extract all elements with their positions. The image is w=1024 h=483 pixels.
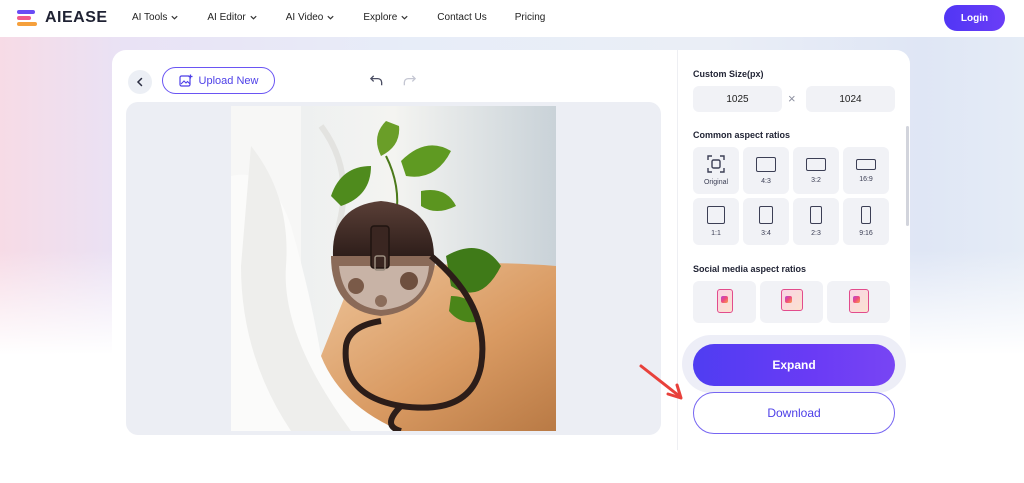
ratio-label: 4:3: [761, 177, 771, 185]
ratio-2-3-icon: [810, 206, 822, 224]
instagram-icon: [848, 289, 869, 313]
original-ratio-icon: [707, 155, 725, 173]
nav-label: Explore: [363, 12, 398, 23]
logo[interactable]: AIEASE: [17, 9, 108, 27]
nav-ai-video[interactable]: AI Video: [286, 12, 336, 23]
ratio-2-3[interactable]: 2:3: [793, 198, 839, 245]
chevron-down-icon: [327, 15, 334, 20]
chevron-down-icon: [401, 15, 408, 20]
height-input[interactable]: 1024: [806, 86, 895, 112]
undo-icon[interactable]: [369, 73, 384, 88]
ratio-4-3-icon: [756, 156, 776, 172]
ratio-3-4-icon: [759, 206, 773, 224]
main-nav: AI Tools AI Editor AI Video Explore Cont…: [132, 12, 573, 23]
ratio-3-4[interactable]: 3:4: [743, 198, 789, 245]
nav-label: Contact Us: [437, 12, 487, 23]
ratio-4-3[interactable]: 4:3: [743, 147, 789, 194]
nav-label: AI Tools: [132, 12, 168, 23]
ratio-1-1-icon: [707, 206, 725, 224]
ratio-9-16-icon: [861, 206, 871, 224]
redo-icon[interactable]: [402, 73, 417, 88]
common-ratios-title: Common aspect ratios: [693, 130, 791, 140]
upload-new-label: Upload New: [198, 74, 259, 87]
nav-label: Pricing: [514, 12, 546, 23]
chevron-down-icon: [250, 15, 257, 20]
social-ratios-title: Social media aspect ratios: [693, 264, 807, 274]
ratio-original[interactable]: Original: [693, 147, 739, 194]
nav-explore[interactable]: Explore: [363, 12, 409, 23]
ratio-1-1[interactable]: 1:1: [693, 198, 739, 245]
ratio-9-16[interactable]: 9:16: [843, 198, 889, 245]
back-button[interactable]: [128, 70, 152, 94]
social-ratio-option[interactable]: [693, 281, 756, 323]
product-photo[interactable]: [231, 106, 556, 431]
ratio-label: Original: [703, 179, 729, 186]
nav-label: AI Video: [285, 12, 324, 23]
top-navigation-bar: AIEASE AI Tools AI Editor AI Video Explo…: [0, 0, 1024, 37]
ratio-16-9-icon: [856, 158, 876, 170]
expand-button[interactable]: Expand: [693, 344, 895, 386]
width-input[interactable]: 1025: [693, 86, 782, 112]
image-plus-icon: [178, 74, 193, 87]
social-ratio-option[interactable]: [827, 281, 890, 323]
logo-text: AIEASE: [45, 9, 108, 26]
nav-ai-tools[interactable]: AI Tools: [132, 12, 179, 23]
back-arrow-icon: [136, 77, 143, 87]
panel-scrollbar[interactable]: [906, 126, 909, 226]
ratio-16-9[interactable]: 16:9: [843, 147, 889, 194]
instagram-icon: [780, 289, 803, 311]
nav-contact-us[interactable]: Contact Us: [437, 12, 486, 23]
custom-size-title: Custom Size(px): [693, 69, 764, 79]
ratio-3-2-icon: [806, 157, 826, 171]
nav-ai-editor[interactable]: AI Editor: [207, 12, 257, 23]
upload-new-button[interactable]: Upload New: [162, 67, 275, 94]
times-symbol: ×: [788, 91, 796, 106]
ratio-label: 1:1: [711, 230, 721, 237]
ratio-label: 3:2: [811, 176, 821, 184]
annotation-arrow-icon: [639, 364, 683, 400]
instagram-icon: [716, 289, 733, 313]
chevron-down-icon: [171, 15, 179, 20]
ratio-label: 9:16: [859, 230, 873, 237]
ratio-label: 16:9: [859, 175, 873, 183]
nav-label: AI Editor: [207, 12, 246, 23]
ratio-3-2[interactable]: 3:2: [793, 147, 839, 194]
nav-pricing[interactable]: Pricing: [515, 12, 546, 23]
social-ratio-option[interactable]: [760, 281, 823, 323]
download-button[interactable]: Download: [693, 392, 895, 434]
ratio-label: 2:3: [811, 230, 821, 237]
ratio-label: 3:4: [761, 230, 771, 237]
login-button[interactable]: Login: [944, 5, 1005, 31]
aiease-logo-icon: [17, 9, 39, 27]
